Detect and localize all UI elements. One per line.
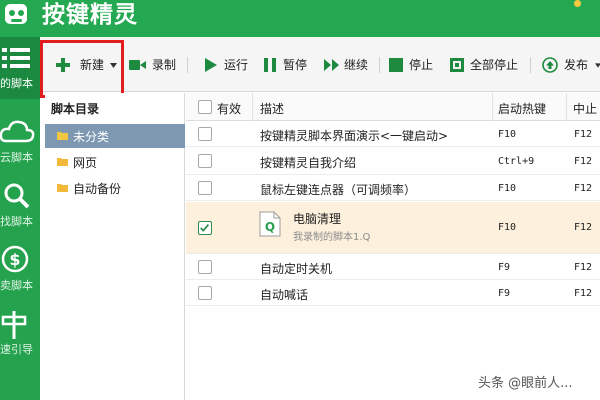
notification-icon[interactable]	[560, 0, 592, 10]
script-file-icon: Q	[259, 211, 281, 237]
row-description: 鼠标左键连点器（可调频率）	[260, 183, 417, 197]
row-stop-hotkey: F12	[574, 288, 593, 299]
publish-button[interactable]: 发布	[542, 54, 600, 76]
nav-item-find-scripts[interactable]: 找脚本	[0, 175, 40, 237]
table-row[interactable]: 按键精灵自我介绍 Ctrl+9 F12	[186, 148, 600, 175]
row-checkbox[interactable]	[198, 127, 212, 141]
nav-label: 找脚本	[0, 215, 33, 228]
row-stop-hotkey: F12	[574, 222, 593, 233]
svg-text:$: $	[9, 250, 20, 269]
header-description: 描述	[260, 102, 285, 116]
row-hotkey: Ctrl+9	[498, 156, 535, 167]
nav-item-cloud-scripts[interactable]: 云脚本	[0, 111, 40, 173]
row-checkbox[interactable]	[198, 154, 212, 168]
column-divider	[492, 93, 493, 121]
stop-button[interactable]: 停止	[389, 54, 435, 76]
row-description: 自动喊话	[260, 288, 309, 302]
row-hotkey: F9	[498, 262, 511, 273]
row-description: 自动定时关机	[260, 262, 333, 276]
toolbar-divider	[187, 57, 188, 73]
toolbar: 新建 录制 运行 暂停 继续 停止 全部停止 发布	[40, 37, 600, 92]
nav-label: 卖脚本	[0, 279, 33, 292]
nav-label: 的脚本	[0, 77, 33, 90]
toolbar-divider	[379, 57, 380, 73]
robot-logo-icon	[5, 4, 27, 24]
watermark: 头条 @眼前人...	[478, 376, 573, 391]
table-row[interactable]: 按键精灵脚本界面演示<一键启动> F10 F12	[186, 122, 600, 147]
row-description: 电脑清理	[293, 212, 342, 226]
nav-item-sell-scripts[interactable]: $ 卖脚本	[0, 239, 40, 301]
cloud-icon	[0, 120, 35, 143]
row-hotkey: F10	[498, 183, 517, 194]
tree-title: 脚本目录	[51, 102, 100, 116]
list-icon	[2, 48, 30, 68]
table-row[interactable]: 自动定时关机 F9 F12	[186, 255, 600, 280]
row-checkbox[interactable]	[198, 286, 212, 300]
search-icon	[4, 183, 30, 209]
table-row[interactable]: 鼠标左键连点器（可调频率） F10 F12	[186, 176, 600, 201]
stop-all-icon	[450, 58, 464, 72]
row-checkbox[interactable]	[198, 260, 212, 274]
file-icon-letter: Q	[265, 220, 275, 234]
column-divider	[566, 93, 567, 121]
pause-icon	[264, 58, 276, 72]
row-stop-hotkey: F12	[574, 262, 593, 273]
checkmark-icon	[200, 224, 210, 232]
row-checkbox-checked[interactable]	[198, 221, 212, 235]
header-enabled: 有效	[217, 102, 242, 116]
row-subtitle: 我录制的脚本1.Q	[293, 232, 371, 243]
dollar-icon: $	[1, 245, 29, 273]
play-icon	[205, 58, 217, 72]
folder-icon	[57, 132, 68, 140]
highlight-annotation	[40, 40, 124, 98]
table-row-selected[interactable]: Q 电脑清理 我录制的脚本1.Q F10 F12	[186, 202, 600, 254]
signpost-icon	[1, 311, 27, 339]
tree-item-web[interactable]: 网页	[45, 150, 185, 174]
row-hotkey: F10	[498, 129, 517, 140]
record-button[interactable]: 录制	[129, 54, 179, 76]
nav-label: 速引导	[0, 343, 33, 356]
row-stop-hotkey: F12	[574, 129, 593, 140]
folder-icon	[57, 184, 68, 192]
run-button[interactable]: 运行	[204, 54, 250, 76]
column-divider	[252, 93, 253, 121]
folder-icon	[57, 158, 68, 166]
tree-item-uncategorized[interactable]: 未分类	[45, 124, 185, 148]
header-stop-hotkey: 中止	[573, 102, 598, 116]
title-bar: 按键精灵	[0, 0, 600, 37]
table-row[interactable]: 自动喊话 F9 F12	[186, 281, 600, 306]
caret-down-icon	[595, 63, 600, 68]
video-camera-icon	[129, 60, 146, 70]
stop-icon	[389, 58, 403, 72]
nav-label: 云脚本	[0, 151, 33, 164]
row-hotkey: F9	[498, 288, 511, 299]
table-header: 有效 描述 启动热键 中止	[186, 93, 600, 121]
continue-button[interactable]: 继续	[324, 54, 374, 76]
row-description: 按键精灵脚本界面演示<一键启动>	[260, 129, 449, 143]
app-title: 按键精灵	[42, 2, 138, 28]
nav-item-quick-guide[interactable]: 速引导	[0, 303, 40, 365]
app-window: 按键精灵 的脚本 云脚本 找脚本 $ 卖脚本 速引导 新建 录制 运行 暂停 继…	[0, 0, 600, 400]
row-checkbox[interactable]	[198, 181, 212, 195]
stop-all-button[interactable]: 全部停止	[450, 54, 522, 76]
header-hotkey: 启动热键	[498, 102, 547, 116]
pause-button[interactable]: 暂停	[263, 54, 309, 76]
row-hotkey: F10	[498, 222, 517, 233]
row-stop-hotkey: F12	[574, 156, 593, 167]
toolbar-divider	[530, 57, 531, 73]
tree-item-auto-backup[interactable]: 自动备份	[45, 176, 185, 200]
fast-forward-icon	[324, 59, 339, 71]
left-nav: 的脚本 云脚本 找脚本 $ 卖脚本 速引导	[0, 37, 40, 400]
row-stop-hotkey: F12	[574, 183, 593, 194]
upload-icon	[542, 57, 558, 73]
select-all-checkbox[interactable]	[198, 100, 212, 114]
script-directory-panel: 脚本目录 未分类 网页 自动备份	[45, 93, 185, 400]
row-description: 按键精灵自我介绍	[260, 156, 357, 170]
script-table: 有效 描述 启动热键 中止 按键精灵脚本界面演示<一键启动> F10 F12 按…	[186, 93, 600, 400]
nav-item-my-scripts[interactable]: 的脚本	[0, 37, 40, 99]
